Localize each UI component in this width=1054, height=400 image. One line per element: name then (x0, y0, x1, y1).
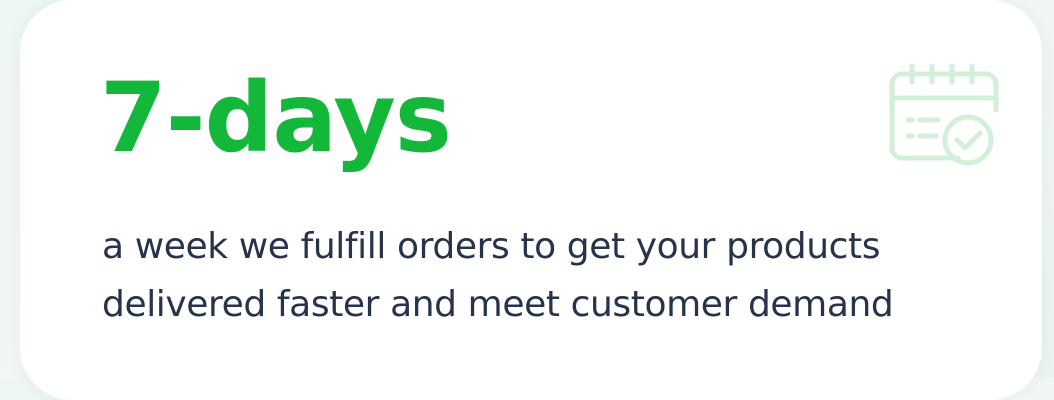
description: a week we fulfill orders to get your pro… (102, 218, 1042, 334)
description-line: delivered faster and meet customer deman… (102, 284, 894, 325)
calendar-check-icon (888, 62, 1000, 170)
description-line: a week we fulfill orders to get your pro… (102, 226, 881, 267)
headline: 7-days (100, 62, 452, 174)
feature-card: 7-days a week we fulfill orders to get y… (20, 0, 1042, 400)
